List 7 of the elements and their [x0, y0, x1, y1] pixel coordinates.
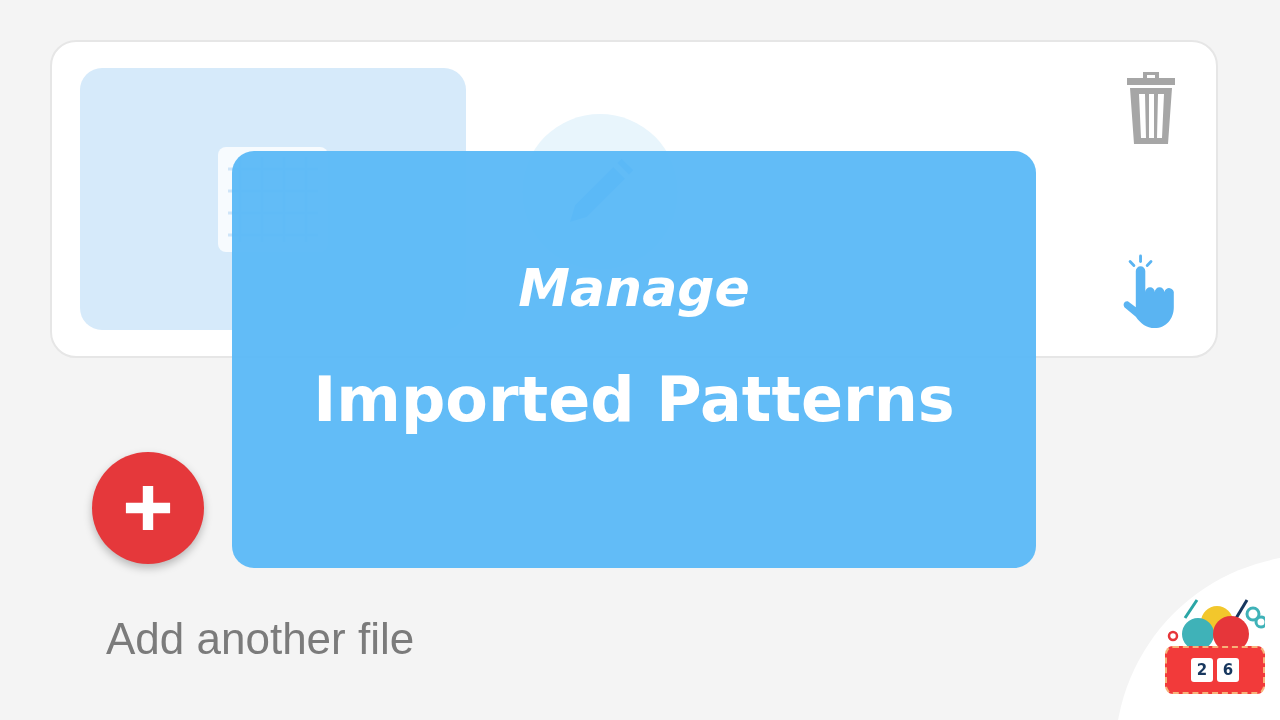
logo-digit: 6 [1217, 658, 1239, 682]
add-file-label: Add another file [106, 614, 415, 664]
logo-digit: 2 [1191, 658, 1213, 682]
banner-subtitle: Manage [518, 257, 750, 320]
add-button[interactable] [92, 452, 204, 564]
banner-title: Imported Patterns [313, 362, 955, 438]
trash-icon[interactable] [1125, 72, 1177, 144]
